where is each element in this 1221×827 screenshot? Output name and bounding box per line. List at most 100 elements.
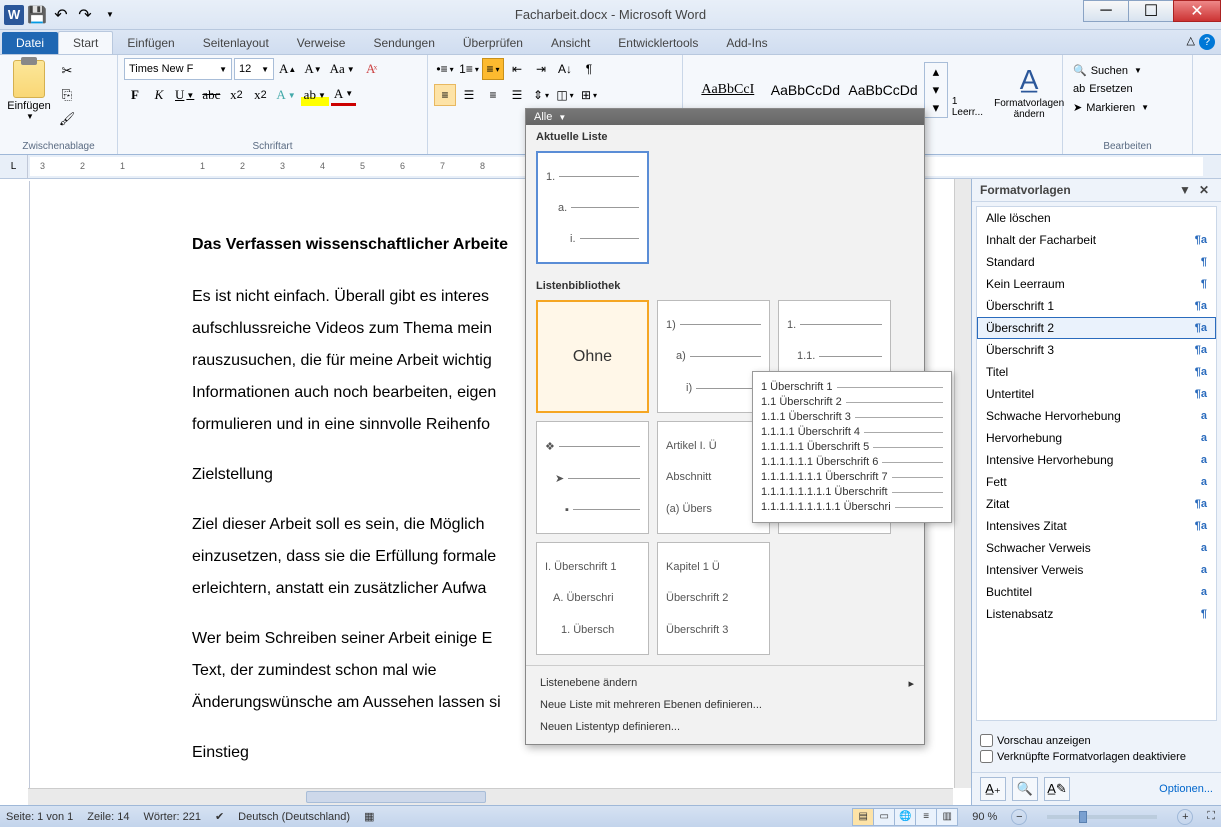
font-color-button[interactable]: A▼ bbox=[331, 84, 356, 106]
tab-ansicht[interactable]: Ansicht bbox=[537, 32, 604, 54]
style-row[interactable]: Alle löschen bbox=[977, 207, 1216, 229]
new-style-button[interactable]: A̲₊ bbox=[980, 777, 1006, 801]
maximize-button[interactable]: ☐ bbox=[1128, 0, 1174, 22]
ml-change-level[interactable]: Listenebene ändern▸ bbox=[526, 672, 924, 694]
style-row[interactable]: Hervorhebunga bbox=[977, 427, 1216, 449]
align-center-button[interactable]: ☰ bbox=[458, 84, 480, 106]
status-language[interactable]: Deutsch (Deutschland) bbox=[238, 811, 350, 823]
tab-ueberpruefen[interactable]: Überprüfen bbox=[449, 32, 537, 54]
tab-addins[interactable]: Add-Ins bbox=[712, 32, 781, 54]
vertical-ruler[interactable] bbox=[2, 181, 30, 803]
zoom-slider[interactable] bbox=[1047, 815, 1157, 819]
show-marks-button[interactable]: ¶ bbox=[578, 58, 600, 80]
styles-list[interactable]: Alle löschenInhalt der Facharbeit¶aStand… bbox=[976, 206, 1217, 721]
replace-button[interactable]: abErsetzen bbox=[1069, 81, 1153, 97]
style-row[interactable]: Schwacher Verweisa bbox=[977, 537, 1216, 559]
ruler-corner[interactable]: L bbox=[0, 155, 28, 178]
zoom-in-button[interactable]: + bbox=[1177, 809, 1193, 825]
format-painter-button[interactable]: 🖌 bbox=[56, 108, 78, 130]
linked-checkbox[interactable]: Verknüpfte Formatvorlagen deaktiviere bbox=[980, 750, 1213, 763]
zoom-thumb[interactable] bbox=[1079, 811, 1087, 823]
ml-define-new-listtype[interactable]: Neuen Listentyp definieren... bbox=[526, 716, 924, 738]
align-right-button[interactable]: ≡ bbox=[482, 84, 504, 106]
status-line[interactable]: Zeile: 14 bbox=[87, 811, 129, 823]
gallery-down-button[interactable]: ▾ bbox=[925, 81, 947, 99]
style-row[interactable]: Fetta bbox=[977, 471, 1216, 493]
style-row[interactable]: Buchtitela bbox=[977, 581, 1216, 603]
horizontal-scrollbar[interactable] bbox=[28, 788, 953, 805]
file-tab[interactable]: Datei bbox=[2, 32, 58, 54]
style-row[interactable]: Überschrift 2¶a bbox=[977, 317, 1216, 339]
highlight-button[interactable]: ab▼ bbox=[301, 84, 329, 106]
ml-current-item[interactable]: 1. a. i. bbox=[536, 151, 649, 264]
tab-entwicklertools[interactable]: Entwicklertools bbox=[604, 32, 712, 54]
align-justify-button[interactable]: ☰ bbox=[506, 84, 528, 106]
find-button[interactable]: 🔍Suchen▼ bbox=[1069, 62, 1153, 79]
style-row[interactable]: Untertitel¶a bbox=[977, 383, 1216, 405]
font-size-combo[interactable]: 12▼ bbox=[234, 58, 274, 80]
style-row[interactable]: Intensiver Verweisa bbox=[977, 559, 1216, 581]
style-row[interactable]: Schwache Hervorhebunga bbox=[977, 405, 1216, 427]
text-effects-button[interactable]: A▼ bbox=[273, 84, 298, 106]
select-button[interactable]: ➤Markieren▼ bbox=[1069, 99, 1153, 116]
view-outline[interactable]: ≡ bbox=[915, 808, 937, 826]
styles-pane-dropdown[interactable]: ▼ bbox=[1175, 183, 1195, 197]
style-row[interactable]: Intensives Zitat¶a bbox=[977, 515, 1216, 537]
zoom-out-button[interactable]: − bbox=[1011, 809, 1027, 825]
manage-styles-button[interactable]: A̲✎ bbox=[1044, 777, 1070, 801]
ml-define-new-list[interactable]: Neue Liste mit mehreren Ebenen definiere… bbox=[526, 694, 924, 716]
ml-item-3[interactable]: ❖ ➤ ▪ bbox=[536, 421, 649, 534]
shrink-font-button[interactable]: A▼ bbox=[301, 58, 324, 80]
sort-button[interactable]: A↓ bbox=[554, 58, 576, 80]
font-name-combo[interactable]: Times New F▼ bbox=[124, 58, 232, 80]
align-left-button[interactable]: ≡ bbox=[434, 84, 456, 106]
proofing-icon[interactable]: ✔ bbox=[215, 810, 224, 823]
tab-seitenlayout[interactable]: Seitenlayout bbox=[189, 32, 283, 54]
style-row[interactable]: Standard¶ bbox=[977, 251, 1216, 273]
tab-sendungen[interactable]: Sendungen bbox=[359, 32, 448, 54]
style-row[interactable]: Titel¶a bbox=[977, 361, 1216, 383]
shading-button[interactable]: ◫▾ bbox=[554, 84, 576, 106]
vertical-scrollbar[interactable] bbox=[954, 179, 971, 788]
copy-button[interactable]: ⎘ bbox=[56, 84, 78, 106]
status-words[interactable]: Wörter: 221 bbox=[143, 811, 200, 823]
bullets-button[interactable]: •≡▾ bbox=[434, 58, 456, 80]
style-row[interactable]: Überschrift 1¶a bbox=[977, 295, 1216, 317]
help-icon[interactable]: ? bbox=[1199, 34, 1215, 50]
view-full-reading[interactable]: ▭ bbox=[873, 808, 895, 826]
superscript-button[interactable]: x2 bbox=[249, 84, 271, 106]
close-button[interactable]: ✕ bbox=[1173, 0, 1221, 22]
style-row[interactable]: Intensive Hervorhebunga bbox=[977, 449, 1216, 471]
minimize-ribbon-icon[interactable]: △ bbox=[1187, 34, 1195, 50]
gallery-more-button[interactable]: ▾ bbox=[925, 99, 947, 117]
style-row[interactable]: Überschrift 3¶a bbox=[977, 339, 1216, 361]
subscript-button[interactable]: x2 bbox=[225, 84, 247, 106]
fit-button[interactable]: ⛶ bbox=[1207, 810, 1215, 823]
underline-button[interactable]: U▼ bbox=[172, 84, 197, 106]
multilevel-list-button[interactable]: ≡▾ bbox=[482, 58, 504, 80]
hscroll-thumb[interactable] bbox=[306, 791, 486, 803]
view-print-layout[interactable]: ▤ bbox=[852, 808, 874, 826]
style-inspector-button[interactable]: 🔍 bbox=[1012, 777, 1038, 801]
line-spacing-button[interactable]: ⇕▾ bbox=[530, 84, 552, 106]
strikethrough-button[interactable]: abc bbox=[199, 84, 223, 106]
ml-item-6[interactable]: I. Überschrift 1 A. Überschri 1. Übersch bbox=[536, 542, 649, 655]
ml-item-none[interactable]: Ohne bbox=[536, 300, 649, 413]
view-draft[interactable]: ▥ bbox=[936, 808, 958, 826]
tab-einfuegen[interactable]: Einfügen bbox=[113, 32, 188, 54]
cut-button[interactable]: ✂ bbox=[56, 60, 78, 82]
zoom-level[interactable]: 90 % bbox=[972, 811, 997, 823]
qat-undo[interactable]: ↶ bbox=[50, 4, 72, 26]
gallery-up-button[interactable]: ▴ bbox=[925, 63, 947, 81]
decrease-indent-button[interactable]: ⇤ bbox=[506, 58, 528, 80]
paste-button[interactable]: Einfügen ▼ bbox=[6, 58, 52, 152]
tab-start[interactable]: Start bbox=[58, 31, 113, 54]
style-row[interactable]: Kein Leerraum¶ bbox=[977, 273, 1216, 295]
borders-button[interactable]: ⊞▾ bbox=[578, 84, 600, 106]
style-row[interactable]: Listenabsatz¶ bbox=[977, 603, 1216, 625]
preview-checkbox[interactable]: Vorschau anzeigen bbox=[980, 734, 1213, 747]
grow-font-button[interactable]: A▲ bbox=[276, 58, 299, 80]
increase-indent-button[interactable]: ⇥ bbox=[530, 58, 552, 80]
italic-button[interactable]: K bbox=[148, 84, 170, 106]
multilevel-filter[interactable]: Alle▼ bbox=[526, 109, 924, 125]
